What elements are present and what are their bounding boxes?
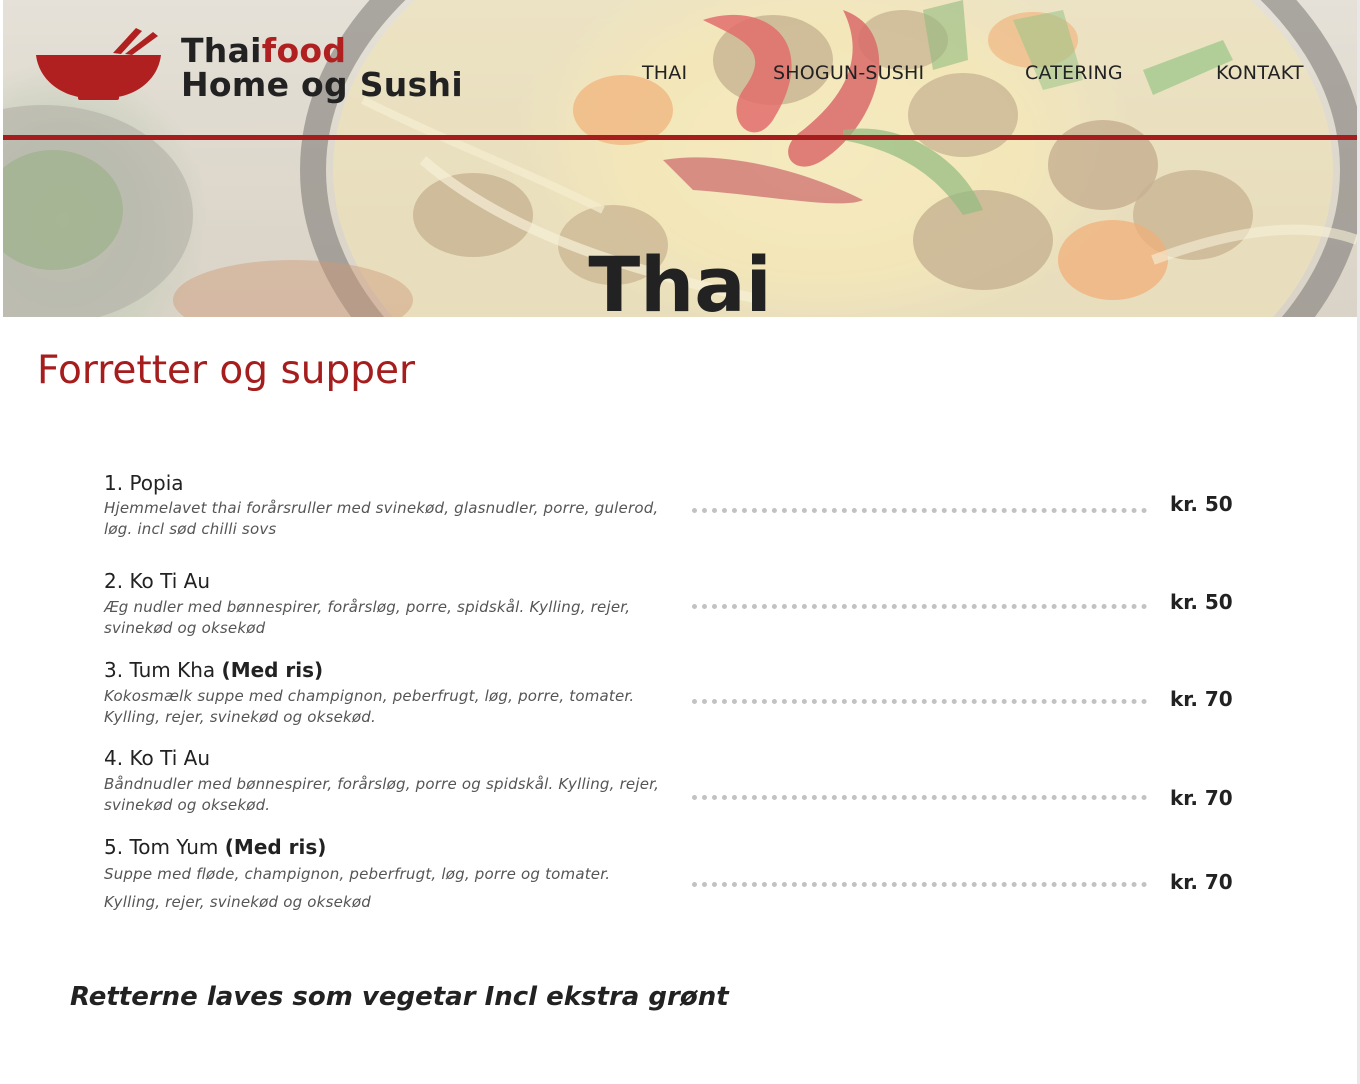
vegetarian-note: Retterne laves som vegetar Incl ekstra g… bbox=[70, 982, 729, 1012]
menu-item-price: kr. 70 bbox=[1170, 786, 1233, 810]
menu-item-name-text: 1. Popia bbox=[104, 471, 184, 495]
nav-link-shogun-sushi[interactable]: SHOGUN-SUSHI bbox=[773, 62, 924, 84]
header-divider bbox=[3, 135, 1357, 140]
menu-item-name: 1. Popia bbox=[104, 470, 1254, 496]
nav-link-kontakt[interactable]: KONTAKT bbox=[1216, 62, 1304, 84]
menu-item-description: Suppe med fløde, champignon, peberfrugt,… bbox=[104, 864, 674, 913]
menu-item-name: 4. Ko Ti Au bbox=[104, 745, 1254, 771]
menu-item-name-text: 3. Tum Kha bbox=[104, 658, 222, 682]
main-nav: THAI SHOGUN-SUSHI CATERING KONTAKT bbox=[3, 62, 1357, 86]
menu-item-description-line1: Suppe med fløde, champignon, peberfrugt,… bbox=[104, 865, 611, 883]
menu-item-note: (Med ris) bbox=[221, 658, 324, 682]
section-heading: Forretter og supper bbox=[37, 348, 416, 393]
menu-item-price: kr. 50 bbox=[1170, 492, 1233, 516]
menu-item-name-text: 5. Tom Yum bbox=[104, 835, 225, 859]
menu-item-note: (Med ris) bbox=[224, 835, 327, 859]
page-title: Thai bbox=[588, 239, 772, 317]
menu-item-name: 3. Tum Kha (Med ris) bbox=[104, 657, 1254, 683]
menu-item-name-text: 4. Ko Ti Au bbox=[104, 746, 211, 770]
menu-item: 1. Popia Hjemmelavet thai forårsruller m… bbox=[104, 470, 1254, 538]
menu-item-description: Hjemmelavet thai forårsruller med svinek… bbox=[104, 499, 659, 538]
menu-item-price: kr. 70 bbox=[1170, 687, 1233, 711]
dotted-leader bbox=[692, 795, 1147, 800]
menu-item-description: Kokosmælk suppe med champignon, peberfru… bbox=[104, 687, 635, 726]
dotted-leader bbox=[692, 882, 1147, 887]
nav-link-thai[interactable]: THAI bbox=[642, 62, 687, 84]
dotted-leader bbox=[692, 604, 1147, 609]
hero-banner: Thaifood Home og Sushi THAI SHOGUN-SUSHI… bbox=[3, 0, 1357, 317]
menu-item-description: Æg nudler med bønnespirer, forårsløg, po… bbox=[104, 598, 631, 637]
page: Thaifood Home og Sushi THAI SHOGUN-SUSHI… bbox=[0, 0, 1360, 1084]
dotted-leader bbox=[692, 699, 1147, 704]
dotted-leader bbox=[692, 508, 1147, 513]
menu-item-name: 2. Ko Ti Au bbox=[104, 568, 1254, 594]
menu-item: 4. Ko Ti Au Båndnudler med bønnespirer, … bbox=[104, 745, 1254, 814]
nav-link-catering[interactable]: CATERING bbox=[1025, 62, 1123, 84]
menu-item-name-text: 2. Ko Ti Au bbox=[104, 569, 211, 593]
menu-item-price: kr. 70 bbox=[1170, 870, 1233, 894]
menu-item-description: Båndnudler med bønnespirer, forårsløg, p… bbox=[104, 775, 660, 814]
menu-item-name: 5. Tom Yum (Med ris) bbox=[104, 834, 1254, 860]
menu-item: 5. Tom Yum (Med ris) Suppe med fløde, ch… bbox=[104, 834, 1254, 911]
menu-item: 2. Ko Ti Au Æg nudler med bønnespirer, f… bbox=[104, 568, 1254, 637]
menu-item: 3. Tum Kha (Med ris) Kokosmælk suppe med… bbox=[104, 657, 1254, 726]
menu-item-price: kr. 50 bbox=[1170, 590, 1233, 614]
menu-item-description-line2: Kylling, rejer, svinekød og oksekød bbox=[104, 893, 372, 911]
